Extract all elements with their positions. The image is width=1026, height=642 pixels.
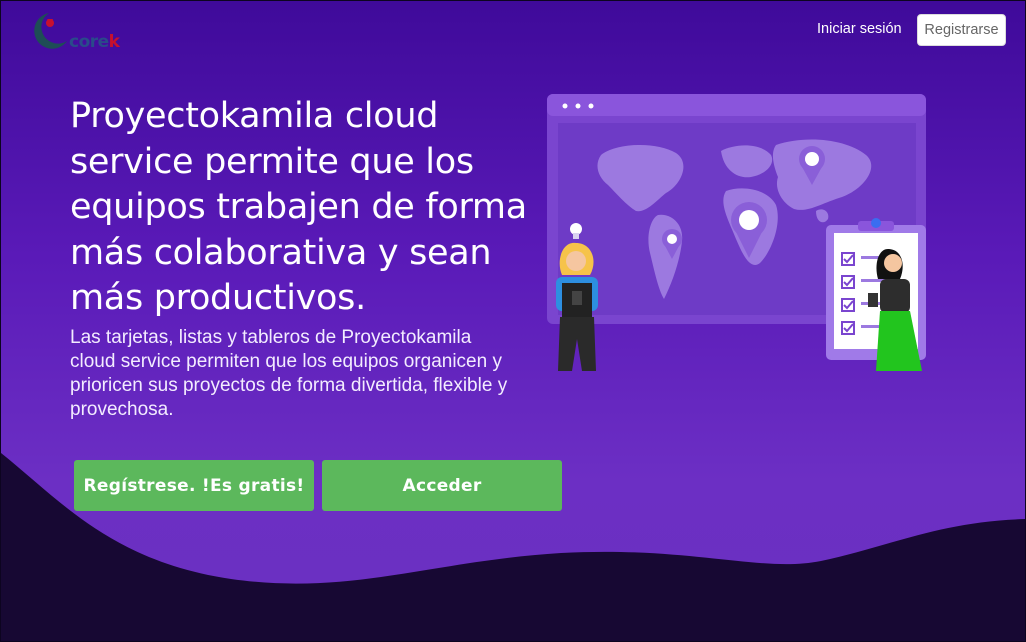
hero-headline: Proyectokamila cloud service permite que…: [70, 96, 527, 318]
landing-page: corek Iniciar sesión Registrarse Proyect…: [0, 0, 1026, 642]
brand-name-prefix: core: [69, 32, 109, 52]
brand-name: corek: [69, 32, 120, 52]
brand-name-suffix: k: [108, 32, 120, 52]
world-map-illustration: [547, 94, 926, 371]
register-button[interactable]: Registrarse: [917, 14, 1006, 46]
hero-subtext: Las tarjetas, listas y tableros de Proye…: [70, 327, 508, 420]
access-button[interactable]: Acceder: [322, 460, 562, 511]
signup-button[interactable]: Regístrese. !Es gratis!: [74, 460, 314, 511]
login-link[interactable]: Iniciar sesión: [817, 21, 902, 37]
